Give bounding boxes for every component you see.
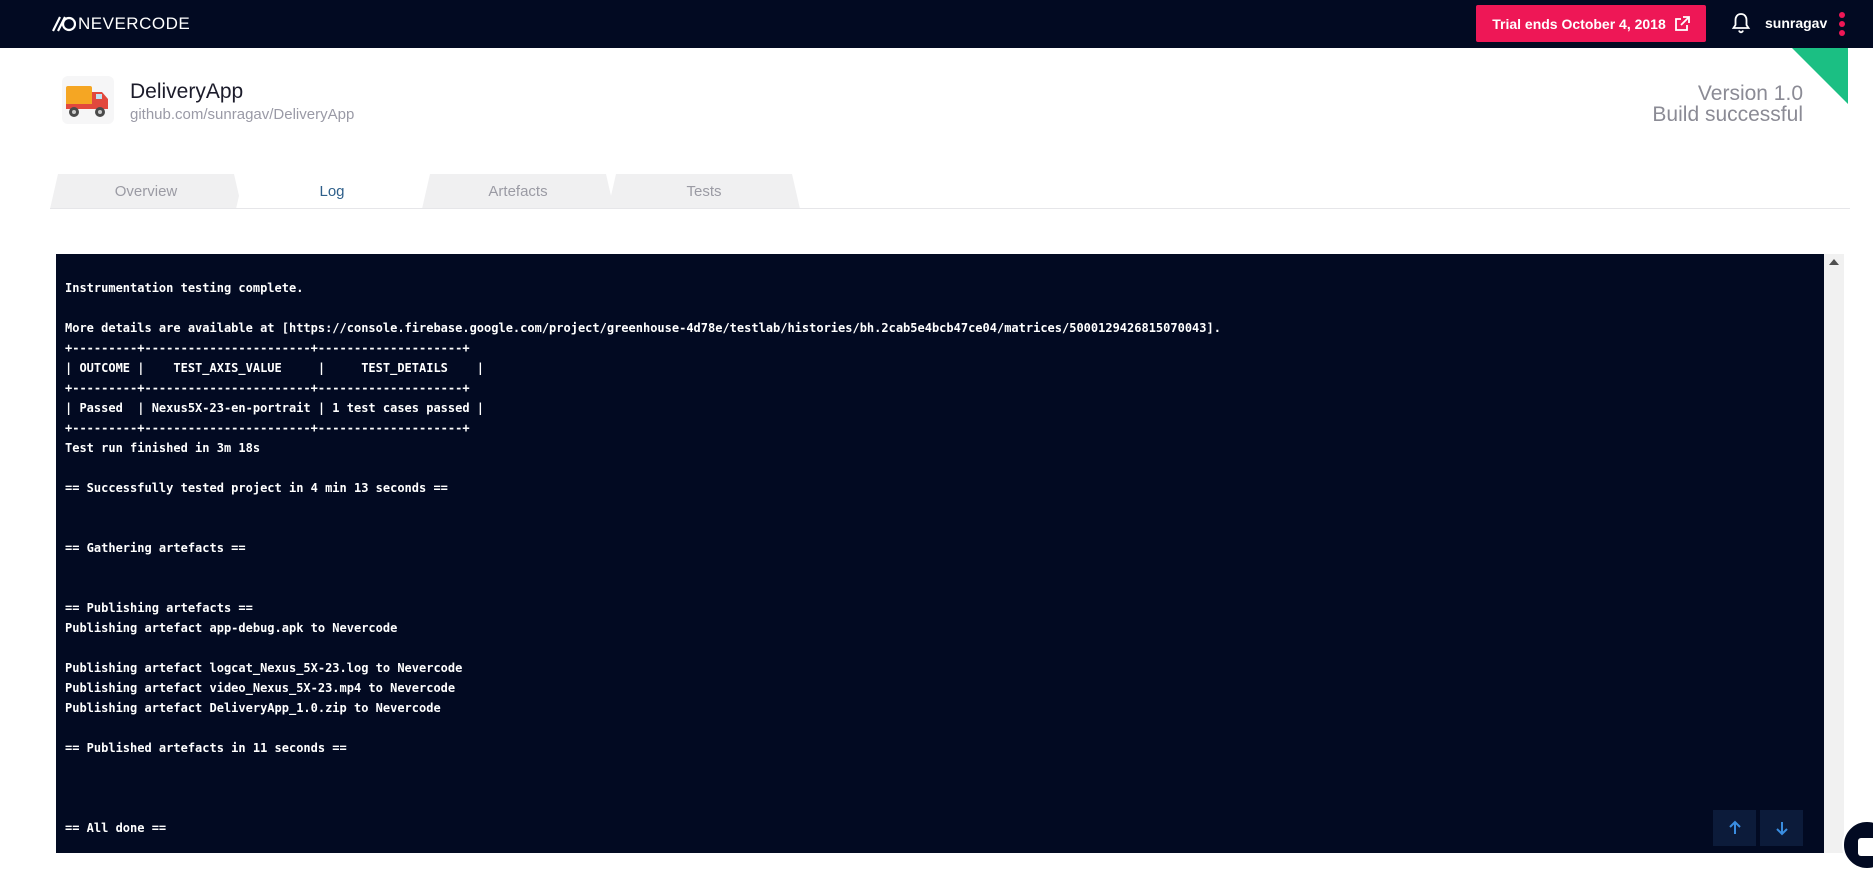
brand-logo[interactable]: NEVERCODE [50,14,190,34]
scrollbar-up-arrow[interactable] [1829,259,1839,265]
tab-artefacts[interactable]: Artefacts [422,174,614,209]
log-line: | Passed | Nexus5X-23-en-portrait | 1 te… [65,401,485,415]
log-line: == Publishing artefacts == [65,601,253,615]
log-line: +---------+-----------------------+-----… [65,421,470,435]
log-line: Publishing artefact video_Nexus_5X-23.mp… [65,681,456,695]
delivery-truck-icon [62,76,114,124]
log-lines: Instrumentation testing complete. More de… [65,278,1221,838]
log-line: == Published artefacts in 11 seconds == [65,741,347,755]
project-name: DeliveryApp [130,80,244,103]
chat-icon [1858,838,1873,856]
log-line: | OUTCOME | TEST_AXIS_VALUE | TEST_DETAI… [65,361,485,375]
tab-log[interactable]: Log [236,174,428,209]
scroll-to-bottom-button[interactable] [1760,810,1803,846]
log-line: == Successfully tested project in 4 min … [65,481,448,495]
log-line: Publishing artefact logcat_Nexus_5X-23.l… [65,661,463,675]
log-line: Publishing artefact app-debug.apk to Nev… [65,621,398,635]
tab-tests[interactable]: Tests [608,174,800,209]
kebab-menu-icon[interactable] [1838,12,1846,36]
build-status: Build successful [1652,103,1803,126]
kebab-dot [1839,30,1845,36]
log-line: Test run finished in 3m 18s [65,441,261,455]
project-version: Version 1.0 [1697,82,1803,105]
log-line: More details are available at [https://c… [65,321,1221,335]
log-line: == All done == [65,821,167,835]
bell-icon[interactable] [1731,12,1751,34]
tab-divider [50,208,1850,209]
external-link-icon [1674,15,1690,31]
kebab-dot [1839,21,1845,27]
scroll-to-top-button[interactable] [1713,810,1756,846]
build-tabs: Overview Log Artefacts Tests [50,174,1850,210]
arrow-down-icon [1775,822,1788,836]
arrow-up-icon [1728,820,1741,834]
brand-name: NEVERCODE [78,14,191,33]
project-repo-link[interactable]: github.com/sunragav/DeliveryApp [130,106,354,123]
top-bar: NEVERCODE Trial ends October 4, 2018 sun… [0,0,1873,48]
log-line: Instrumentation testing complete. [65,281,304,295]
trial-label: Trial ends October 4, 2018 [1492,15,1666,32]
username[interactable]: sunragav [1765,15,1827,31]
build-log-console[interactable]: Instrumentation testing complete. More de… [56,254,1824,853]
chat-widget-button[interactable] [1842,820,1873,870]
log-line: == Gathering artefacts == [65,541,246,555]
tab-overview[interactable]: Overview [50,174,242,209]
kebab-dot [1839,12,1845,18]
log-line: +---------+-----------------------+-----… [65,381,470,395]
trial-button[interactable]: Trial ends October 4, 2018 [1476,5,1706,42]
nevercode-logo-icon [52,16,76,32]
log-line: Publishing artefact DeliveryApp_1.0.zip … [65,701,441,715]
log-scrollbar[interactable] [1824,254,1844,853]
log-line: +---------+-----------------------+-----… [65,341,470,355]
